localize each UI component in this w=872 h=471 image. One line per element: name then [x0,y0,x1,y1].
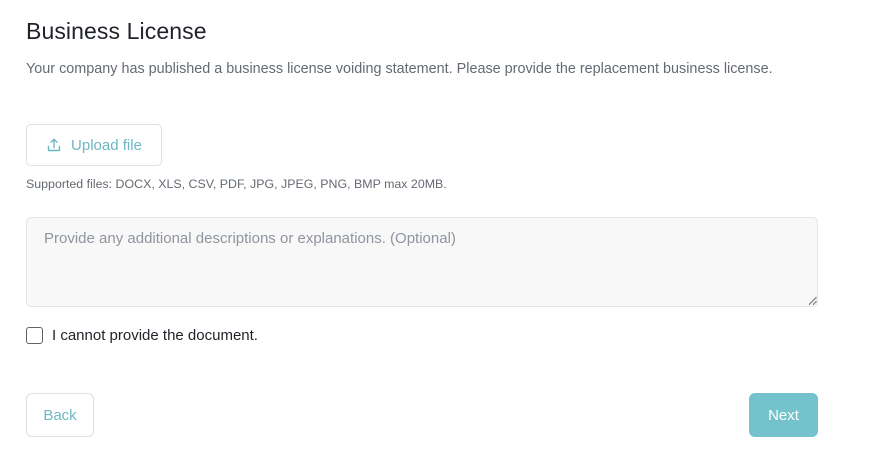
supported-files-note: Supported files: DOCX, XLS, CSV, PDF, JP… [26,177,447,191]
upload-icon [46,137,62,153]
cannot-provide-label[interactable]: I cannot provide the document. [52,327,258,344]
page-title: Business License [26,18,207,44]
cannot-provide-checkbox[interactable] [26,327,43,344]
back-button[interactable]: Back [26,393,94,437]
description-textarea[interactable] [26,217,818,307]
upload-file-label: Upload file [71,136,142,154]
upload-file-button[interactable]: Upload file [26,124,162,166]
cannot-provide-row[interactable]: I cannot provide the document. [26,327,258,344]
next-button[interactable]: Next [749,393,818,437]
business-license-page: Business License Your company has publis… [0,0,872,471]
page-subtitle: Your company has published a business li… [26,61,773,77]
